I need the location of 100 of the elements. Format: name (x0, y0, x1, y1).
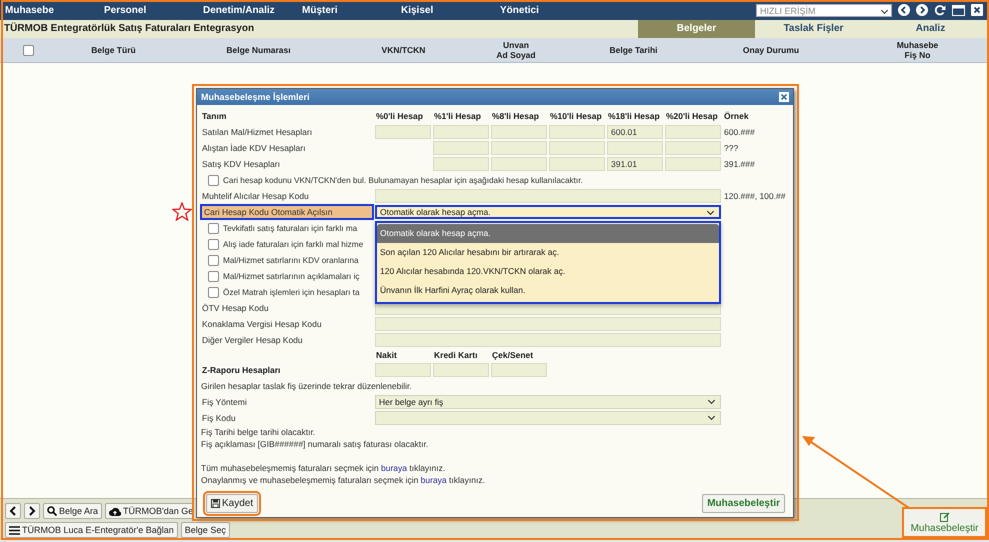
checkbox[interactable] (208, 254, 219, 266)
tab[interactable]: Analiz (872, 20, 989, 38)
save-button[interactable]: Kaydet (206, 494, 258, 513)
account-field[interactable] (491, 125, 547, 139)
column-header: Tanım (201, 110, 228, 123)
field-label: Konaklama Vergisi Hesap Kodu (201, 318, 323, 331)
column-header: Kredi Kartı (433, 349, 478, 362)
field-label: Diğer Vergiler Hesap Kodu (201, 334, 304, 347)
account-field[interactable] (491, 363, 547, 377)
dropdown-option[interactable]: 120 Alıcılar hesabında 120.VKN/TCKN olarak aç. (377, 262, 719, 281)
example-text: 120.###, 100.## (723, 190, 786, 203)
column-header: Unvan Ad Soyad (495, 40, 537, 60)
account-field[interactable] (665, 125, 721, 139)
column-header: Çek/Senet (491, 349, 534, 362)
column-header: %1'li Hesap (433, 110, 482, 123)
field-label: Fiş Yöntemi (201, 396, 248, 409)
account-field[interactable] (375, 317, 721, 331)
account-field[interactable] (549, 141, 605, 155)
checkbox[interactable] (208, 174, 219, 186)
account-field[interactable] (665, 157, 721, 171)
account-field[interactable] (433, 141, 489, 155)
checkbox-label: Mal/Hizmet satırlarının açıklamaları iç (223, 272, 360, 280)
column-header: Örnek (723, 110, 750, 123)
list-icon (9, 526, 20, 534)
account-field[interactable] (549, 157, 605, 171)
tab[interactable]: Taslak Fişler (755, 20, 872, 38)
checkbox-label: Alış iade faturaları için farklı mal hizme (223, 240, 364, 248)
account-field[interactable] (433, 157, 489, 171)
page-title: TÜRMOB Entegratörlük Satış Faturaları Entegrasyon (3, 22, 256, 36)
field-label: Muhtelif Alıcılar Hesap Kodu (201, 190, 310, 203)
account-field[interactable] (549, 125, 605, 139)
example-text: 391.### (723, 158, 756, 171)
account-field[interactable] (375, 333, 721, 347)
account-field[interactable]: 600.01 (607, 125, 663, 139)
chevron-left-icon (9, 506, 17, 516)
menu-item[interactable]: Yönetici (495, 4, 594, 16)
previous-button[interactable] (5, 503, 21, 519)
field-label: Satış KDV Hesapları (201, 158, 281, 171)
menu-item[interactable]: Kişisel (396, 4, 495, 16)
account-field[interactable]: 391.01 (607, 157, 663, 171)
account-field[interactable] (607, 141, 663, 155)
field-label: ÖTV Hesap Kodu (201, 302, 270, 315)
account-field[interactable] (433, 363, 489, 377)
account-field[interactable] (375, 125, 431, 139)
account-field[interactable] (491, 157, 547, 171)
link[interactable]: buraya (380, 463, 407, 473)
edit-icon (940, 512, 950, 522)
close-icon[interactable] (779, 92, 789, 102)
link[interactable]: buraya (420, 475, 447, 485)
search-icon (47, 506, 57, 516)
checkbox-label: Tevkifatlı satış faturaları için farklı ma (223, 224, 358, 232)
note-text: Girilen hesaplar taslak fiş üzerinde tekrar düzenlenebilir. (201, 380, 412, 392)
account-field[interactable] (665, 141, 721, 155)
toolbar-button[interactable]: Belge Seç (180, 522, 230, 538)
field-label: Fiş Kodu (201, 412, 237, 425)
next-button[interactable] (24, 503, 40, 519)
checkbox-label: Cari hesap kodunu VKN/TCKN'den bul. Bulunamayan hesaplar için aşağıdaki hesap kullanılacaktır. (223, 176, 583, 184)
example-text: 600.### (723, 126, 756, 139)
menu-item[interactable]: Müşteri (297, 4, 396, 16)
column-header: Belge Numarası (225, 45, 292, 55)
account-field[interactable] (433, 125, 489, 139)
checkbox[interactable] (208, 222, 219, 234)
dropdown-option[interactable]: Son açılan 120 Alıcılar hesabını bir artırarak aç. (377, 243, 719, 262)
dropdown-option[interactable]: Otomatik olarak hesap açma. (377, 224, 719, 243)
forward-icon[interactable] (916, 4, 928, 16)
account-field[interactable] (375, 363, 431, 377)
account-field[interactable] (375, 189, 721, 203)
back-icon[interactable] (898, 4, 910, 16)
select-field[interactable]: Otomatik olarak hesap açma. (375, 205, 721, 219)
field-label: Cari Hesap Kodu Otomatik Açılsın (201, 205, 373, 219)
maximize-icon[interactable] (952, 4, 965, 16)
close-icon[interactable] (971, 4, 983, 16)
account-field[interactable] (491, 141, 547, 155)
example-text: ??? (723, 142, 740, 155)
select-all-checkbox[interactable] (22, 44, 34, 56)
checkbox-label: Özel Matrah işlemleri için hesapları ta (223, 288, 360, 296)
toolbar-button[interactable]: Belge Ara (43, 503, 102, 519)
note-text: Fiş Tarihi belge tarihi olacaktır. (201, 427, 316, 437)
checkbox[interactable] (208, 286, 219, 298)
cloud-upload-icon (109, 506, 122, 516)
column-header: %0'li Hesap (375, 110, 424, 123)
post-button[interactable]: Muhasebeleştir (702, 494, 785, 513)
dropdown-option[interactable]: Ünvanın İlk Harfini Ayraç olarak kullan. (377, 281, 719, 300)
menu-item[interactable]: Muhasebe (0, 4, 99, 16)
column-header: Muhasebe Fiş No (896, 40, 940, 60)
select-field[interactable] (375, 411, 721, 425)
post-button[interactable]: Muhasebeleştir (902, 507, 987, 538)
dialog-title: Muhasebeleşme İşlemleri (201, 92, 310, 102)
checkbox[interactable] (208, 238, 219, 250)
select-field[interactable]: Her belge ayrı fiş (375, 395, 721, 409)
menu-item[interactable]: Personel (99, 4, 198, 16)
column-header: %20'li Hesap (665, 110, 719, 123)
note-text: Tüm muhasebeleşmemiş faturaları seçmek için buraya tıklayınız. (201, 463, 446, 473)
refresh-icon[interactable] (934, 4, 946, 16)
menu-item[interactable]: Denetim/Analiz (198, 4, 297, 16)
tab[interactable]: Belgeler (638, 20, 755, 38)
column-header: %18'li Hesap (607, 110, 661, 123)
field-label: Z-Raporu Hesapları (201, 364, 282, 377)
checkbox[interactable] (208, 270, 219, 282)
toolbar-button[interactable]: TÜRMOB Luca E-Entegratör'e Bağlan (5, 522, 178, 538)
